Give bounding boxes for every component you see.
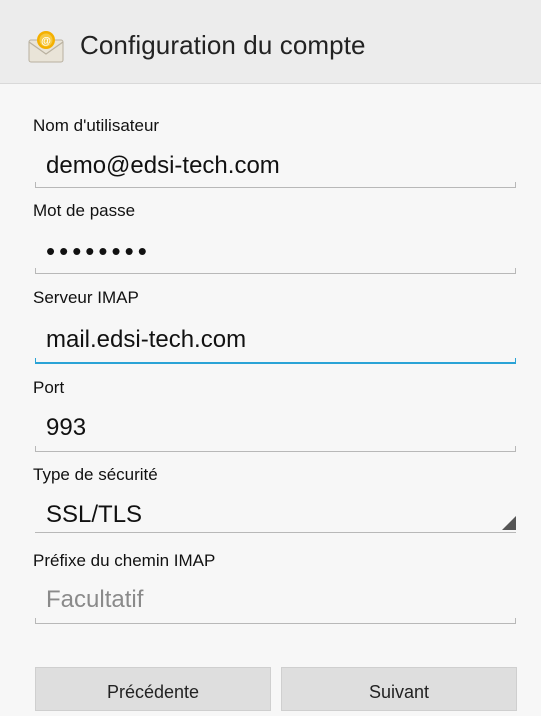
password-field-underline [35,268,516,274]
port-field-underline [35,446,516,452]
security-type-spinner[interactable]: SSL/TLS [46,501,142,529]
page-title: Configuration du compte [80,30,366,60]
security-type-underline [35,532,516,533]
port-field[interactable]: 993 [46,414,86,442]
imap-server-field[interactable]: mail.edsi-tech.com [46,326,246,354]
email-app-icon: @ [28,31,64,63]
security-type-label: Type de sécurité [33,465,158,484]
port-label: Port [33,378,65,397]
imap-path-prefix-field[interactable]: Facultatif [46,586,143,614]
password-field[interactable]: •••••••• [46,236,151,267]
imap-path-prefix-underline [35,618,516,624]
username-label: Nom d'utilisateur [33,116,160,135]
next-button[interactable]: Suivant [281,667,517,711]
imap-server-field-underline [35,358,516,364]
username-field-underline [35,182,516,188]
action-bar: @ Configuration du compte [0,0,541,84]
previous-button[interactable]: Précédente [35,667,271,711]
dropdown-triangle-icon [502,516,516,530]
imap-server-label: Serveur IMAP [33,288,139,307]
svg-text:@: @ [41,36,51,47]
password-label: Mot de passe [33,201,136,220]
username-field[interactable]: demo@edsi-tech.com [46,152,280,180]
imap-path-prefix-label: Préfixe du chemin IMAP [33,551,216,570]
